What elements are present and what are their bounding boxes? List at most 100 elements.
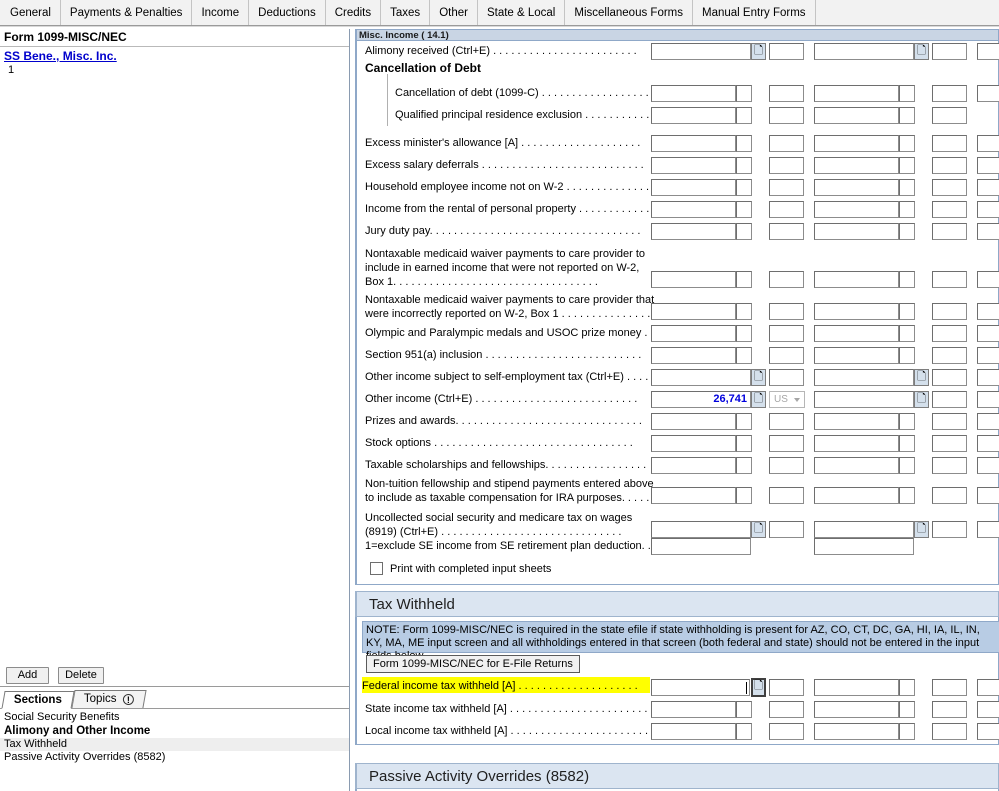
- input-federal-income-tax-withheld-2c[interactable]: [932, 679, 967, 696]
- input-medicaid-waiver-not-reported-2[interactable]: [814, 271, 899, 288]
- input-section-951a-1c[interactable]: [769, 347, 804, 364]
- input-excess-ministers-allowance-1c[interactable]: [769, 135, 804, 152]
- input-medicaid-waiver-incorrect-1b[interactable]: [736, 303, 752, 320]
- input-jury-duty-pay-2c[interactable]: [932, 223, 967, 240]
- input-local-income-tax-withheld-2c[interactable]: [932, 723, 967, 740]
- input-other-income-3[interactable]: [977, 391, 999, 408]
- menu-item-payments-penalties[interactable]: Payments & Penalties: [61, 0, 193, 25]
- sidebar-item-passive-activity-overrides[interactable]: Passive Activity Overrides (8582): [0, 751, 349, 764]
- input-non-tuition-fellowship-1[interactable]: [651, 487, 736, 504]
- input-excess-salary-deferrals-2b[interactable]: [899, 157, 915, 174]
- input-household-employee-income-1b[interactable]: [736, 179, 752, 196]
- input-income-rental-3[interactable]: [977, 201, 999, 218]
- input-section-951a-2b[interactable]: [899, 347, 915, 364]
- input-stock-options-1b[interactable]: [736, 435, 752, 452]
- input-jury-duty-pay-1b[interactable]: [736, 223, 752, 240]
- document-icon[interactable]: 🗋: [751, 391, 766, 408]
- input-local-income-tax-withheld-3[interactable]: [977, 723, 999, 740]
- input-prizes-and-awards-1b[interactable]: [736, 413, 752, 430]
- document-icon[interactable]: 🗋: [751, 678, 766, 697]
- input-medicaid-waiver-incorrect-3[interactable]: [977, 303, 999, 320]
- input-excess-salary-deferrals-1b[interactable]: [736, 157, 752, 174]
- input-section-951a-1[interactable]: [651, 347, 736, 364]
- input-cancellation-of-debt-1b[interactable]: [736, 85, 752, 102]
- input-cancellation-of-debt-2b[interactable]: [899, 85, 915, 102]
- document-icon[interactable]: 🗋: [914, 391, 929, 408]
- add-button[interactable]: Add: [6, 667, 49, 684]
- input-prizes-and-awards-3[interactable]: [977, 413, 999, 430]
- input-qualified-principal-residence-2[interactable]: [814, 107, 899, 124]
- input-non-tuition-fellowship-1c[interactable]: [769, 487, 804, 504]
- input-stock-options-2c[interactable]: [932, 435, 967, 452]
- input-stock-options-1[interactable]: [651, 435, 736, 452]
- input-qualified-principal-residence-2b[interactable]: [899, 107, 915, 124]
- input-other-income-amount[interactable]: 26,741: [651, 391, 751, 408]
- input-income-rental-1b[interactable]: [736, 201, 752, 218]
- input-stock-options-2b[interactable]: [899, 435, 915, 452]
- input-federal-income-tax-withheld-2[interactable]: [814, 679, 899, 696]
- input-excess-salary-deferrals-2c[interactable]: [932, 157, 967, 174]
- input-local-income-tax-withheld-2b[interactable]: [899, 723, 915, 740]
- menu-item-income[interactable]: Income: [192, 0, 249, 25]
- input-prizes-and-awards-1c[interactable]: [769, 413, 804, 430]
- input-cancellation-of-debt-2c[interactable]: [932, 85, 967, 102]
- input-federal-income-tax-withheld-3[interactable]: [977, 679, 999, 696]
- entity-link[interactable]: SS Bene., Misc. Inc.: [0, 48, 349, 64]
- input-section-951a-3[interactable]: [977, 347, 999, 364]
- sidebar-item-alimony-and-other-income[interactable]: Alimony and Other Income: [0, 724, 349, 738]
- input-taxable-scholarships-1c[interactable]: [769, 457, 804, 474]
- input-household-employee-income-3[interactable]: [977, 179, 999, 196]
- input-household-employee-income-2c[interactable]: [932, 179, 967, 196]
- input-medicaid-waiver-not-reported-1c[interactable]: [769, 271, 804, 288]
- menu-item-other[interactable]: Other: [430, 0, 478, 25]
- input-local-income-tax-withheld-1b[interactable]: [736, 723, 752, 740]
- input-excess-ministers-allowance-1[interactable]: [651, 135, 736, 152]
- input-other-income-se-tax-3[interactable]: [977, 369, 999, 386]
- input-excess-salary-deferrals-2[interactable]: [814, 157, 899, 174]
- input-cancellation-of-debt-1c[interactable]: [769, 85, 804, 102]
- input-olympic-medals-1c[interactable]: [769, 325, 804, 342]
- input-exclude-se-income-1[interactable]: [651, 538, 751, 555]
- input-state-income-tax-withheld-2c[interactable]: [932, 701, 967, 718]
- input-federal-income-tax-withheld-1b[interactable]: [769, 679, 804, 696]
- menu-item-deductions[interactable]: Deductions: [249, 0, 326, 25]
- input-local-income-tax-withheld-1[interactable]: [651, 723, 736, 740]
- input-prizes-and-awards-2[interactable]: [814, 413, 899, 430]
- input-stock-options-3[interactable]: [977, 435, 999, 452]
- entity-list[interactable]: SS Bene., Misc. Inc. 1: [0, 48, 349, 667]
- input-other-income-2b[interactable]: [932, 391, 967, 408]
- input-local-income-tax-withheld-1c[interactable]: [769, 723, 804, 740]
- input-other-income-se-tax-2b[interactable]: [932, 369, 967, 386]
- input-taxable-scholarships-3[interactable]: [977, 457, 999, 474]
- menu-item-state-local[interactable]: State & Local: [478, 0, 565, 25]
- input-taxable-scholarships-2b[interactable]: [899, 457, 915, 474]
- input-medicaid-waiver-incorrect-2c[interactable]: [932, 303, 967, 320]
- input-state-income-tax-withheld-2[interactable]: [814, 701, 899, 718]
- input-state-income-tax-withheld-3[interactable]: [977, 701, 999, 718]
- input-jury-duty-pay-2b[interactable]: [899, 223, 915, 240]
- input-income-rental-2[interactable]: [814, 201, 899, 218]
- input-household-employee-income-2[interactable]: [814, 179, 899, 196]
- input-stock-options-2[interactable]: [814, 435, 899, 452]
- input-qualified-principal-residence-1b[interactable]: [736, 107, 752, 124]
- input-non-tuition-fellowship-1b[interactable]: [736, 487, 752, 504]
- input-section-951a-2[interactable]: [814, 347, 899, 364]
- input-medicaid-waiver-not-reported-1b[interactable]: [736, 271, 752, 288]
- input-qualified-principal-residence-2c[interactable]: [932, 107, 967, 124]
- menu-item-miscellaneous-forms[interactable]: Miscellaneous Forms: [565, 0, 693, 25]
- input-medicaid-waiver-incorrect-2b[interactable]: [899, 303, 915, 320]
- input-state-income-tax-withheld-1b[interactable]: [736, 701, 752, 718]
- menu-item-taxes[interactable]: Taxes: [381, 0, 430, 25]
- menu-item-credits[interactable]: Credits: [326, 0, 381, 25]
- input-household-employee-income-1c[interactable]: [769, 179, 804, 196]
- input-excess-salary-deferrals-3[interactable]: [977, 157, 999, 174]
- document-icon[interactable]: 🗋: [751, 369, 766, 386]
- input-medicaid-waiver-not-reported-1[interactable]: [651, 271, 736, 288]
- tab-topics[interactable]: Topics !: [71, 690, 146, 708]
- menu-item-general[interactable]: General: [0, 0, 61, 25]
- input-other-income-se-tax-1[interactable]: [651, 369, 751, 386]
- delete-button[interactable]: Delete: [58, 667, 104, 684]
- input-taxable-scholarships-1b[interactable]: [736, 457, 752, 474]
- input-olympic-medals-2[interactable]: [814, 325, 899, 342]
- input-excess-ministers-allowance-1b[interactable]: [736, 135, 752, 152]
